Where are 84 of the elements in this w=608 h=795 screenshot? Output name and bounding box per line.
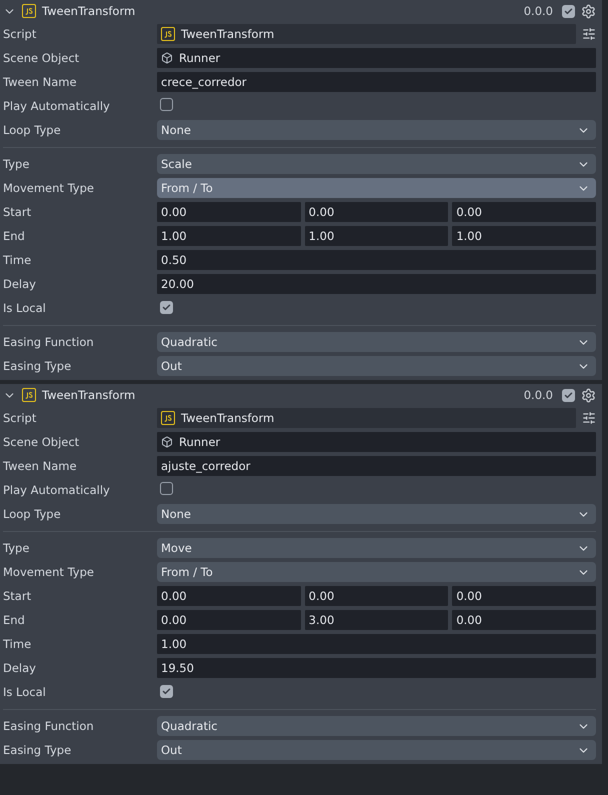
input-field[interactable]: 1.00 — [452, 226, 596, 246]
input-field[interactable]: 3.00 — [304, 610, 448, 630]
input-field[interactable]: 19.50 — [157, 658, 596, 678]
check-icon — [162, 303, 171, 312]
field-label: Scene Object — [3, 51, 80, 65]
dropdown[interactable]: From / To — [157, 562, 596, 582]
field-label: Type — [3, 541, 30, 555]
enabled-checkbox[interactable] — [562, 388, 575, 402]
checkbox[interactable] — [160, 482, 173, 495]
field-label: Delay — [3, 661, 37, 675]
field-label: Tween Name — [3, 459, 78, 473]
checkbox[interactable] — [160, 301, 173, 314]
object-field[interactable]: Runner — [157, 432, 596, 452]
version-label: 0.0.0 — [524, 4, 553, 18]
field-label: Easing Type — [3, 743, 72, 757]
input-field[interactable]: 0.00 — [304, 202, 448, 222]
component-title: TweenTransform — [42, 4, 136, 18]
dropdown[interactable]: Quadratic — [157, 332, 596, 352]
field-label: Time — [3, 637, 32, 651]
dropdown[interactable]: From / To — [157, 178, 596, 198]
field-label: End — [3, 229, 26, 243]
field-label: Start — [3, 205, 32, 219]
settings-icon[interactable] — [581, 4, 596, 18]
field-label: Loop Type — [3, 123, 62, 137]
input-field[interactable]: 0.00 — [157, 610, 301, 630]
cube-icon — [161, 436, 173, 448]
input-field[interactable]: 1.00 — [304, 226, 448, 246]
js-file-icon — [22, 388, 36, 402]
input-field[interactable]: 1.00 — [157, 226, 301, 246]
check-icon — [564, 6, 573, 16]
input-field[interactable]: 0.00 — [452, 202, 596, 222]
field-label: Script — [3, 411, 38, 425]
enabled-checkbox[interactable] — [562, 4, 575, 18]
settings-icon[interactable] — [581, 388, 596, 402]
field-label: Start — [3, 589, 32, 603]
input-field[interactable]: 0.00 — [304, 586, 448, 606]
field-label: Movement Type — [3, 181, 95, 195]
field-label: Easing Type — [3, 359, 72, 373]
field-label: Play Automatically — [3, 483, 111, 497]
input-field[interactable]: crece_corredor — [157, 72, 596, 92]
dropdown[interactable]: None — [157, 120, 596, 140]
dropdown[interactable]: Move — [157, 538, 596, 558]
component-title: TweenTransform — [42, 388, 136, 402]
field-label: Easing Function — [3, 719, 95, 733]
version-label: 0.0.0 — [524, 388, 553, 402]
checkbox[interactable] — [160, 98, 173, 111]
input-field[interactable]: ajuste_corredor — [157, 456, 596, 476]
object-field[interactable]: Runner — [157, 48, 596, 68]
js-file-icon — [161, 411, 175, 425]
field-label: Scene Object — [3, 435, 80, 449]
field-label: Delay — [3, 277, 37, 291]
field-label: Time — [3, 253, 32, 267]
sliders-icon[interactable] — [582, 27, 596, 41]
cube-icon — [161, 52, 173, 64]
input-field[interactable]: 0.00 — [157, 202, 301, 222]
input-field[interactable]: 1.00 — [157, 634, 596, 654]
checkbox[interactable] — [160, 685, 173, 698]
field-label: Loop Type — [3, 507, 62, 521]
input-field[interactable]: 0.50 — [157, 250, 596, 270]
script-field[interactable]: TweenTransform — [157, 408, 576, 428]
dropdown[interactable]: None — [157, 504, 596, 524]
dropdown[interactable]: Out — [157, 740, 596, 760]
field-label: Easing Function — [3, 335, 95, 349]
field-label: Is Local — [3, 685, 47, 699]
js-file-icon — [22, 4, 36, 18]
input-field[interactable]: 0.00 — [452, 610, 596, 630]
sliders-icon[interactable] — [582, 411, 596, 425]
input-field[interactable]: 20.00 — [157, 274, 596, 294]
field-label: Tween Name — [3, 75, 78, 89]
dropdown[interactable]: Quadratic — [157, 716, 596, 736]
field-label: Play Automatically — [3, 99, 111, 113]
field-label: End — [3, 613, 26, 627]
script-field[interactable]: TweenTransform — [157, 24, 576, 44]
field-label: Script — [3, 27, 38, 41]
field-label: Type — [3, 157, 30, 171]
input-field[interactable]: 0.00 — [157, 586, 301, 606]
field-label: Movement Type — [3, 565, 95, 579]
dropdown[interactable]: Scale — [157, 154, 596, 174]
input-field[interactable]: 0.00 — [452, 586, 596, 606]
check-icon — [162, 687, 171, 696]
js-file-icon — [161, 27, 175, 41]
dropdown[interactable]: Out — [157, 356, 596, 376]
check-icon — [564, 390, 573, 400]
field-label: Is Local — [3, 301, 47, 315]
